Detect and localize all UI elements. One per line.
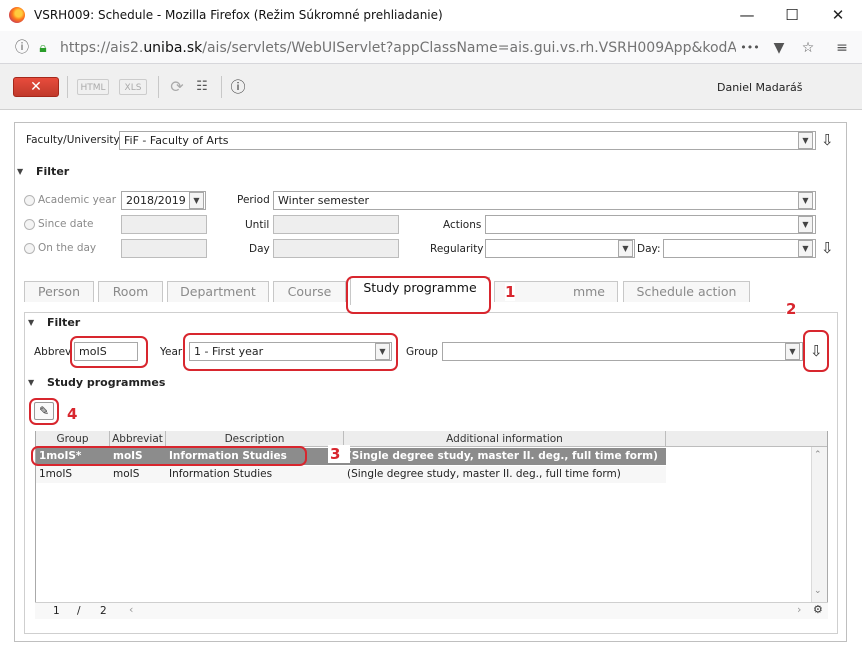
toolbar-separator [221, 76, 222, 98]
scroll-left-icon[interactable]: ‹ [129, 603, 133, 616]
highlight-apply-filter [803, 330, 829, 372]
annotation-3: 3 [328, 445, 351, 463]
refresh-icon[interactable]: ⟳ [167, 79, 187, 95]
filter-title: Filter [36, 165, 70, 178]
day-label: Day [249, 243, 270, 255]
group-label: Group [406, 346, 438, 358]
until-label: Until [245, 219, 270, 231]
firefox-logo-icon [9, 7, 25, 23]
close-window-button[interactable]: ✕ [823, 4, 853, 26]
pocket-icon[interactable]: ▼ [769, 38, 789, 58]
maximize-button[interactable]: ☐ [777, 4, 807, 26]
regularity-select[interactable] [485, 239, 635, 258]
column-header-group[interactable]: Group [36, 431, 110, 447]
year-label: Year [160, 346, 183, 358]
window-title: VSRH009: Schedule - Mozilla Firefox (Rež… [34, 8, 443, 22]
url-text[interactable]: https://ais2.uniba.sk/ais/servlets/WebUI… [60, 40, 736, 56]
tab-department[interactable]: Department [167, 281, 269, 302]
since-date-label: Since date [38, 218, 94, 230]
chevron-down-icon[interactable]: ▼ [798, 216, 813, 233]
day-field[interactable] [273, 239, 399, 258]
on-the-day-radio[interactable] [24, 243, 35, 254]
group-select[interactable] [442, 342, 803, 361]
highlight-abbrev [70, 336, 148, 368]
user-name: Daniel Madaráš [717, 81, 803, 94]
faculty-select[interactable]: FiF - Faculty of Arts [119, 131, 816, 150]
academic-year-radio[interactable] [24, 195, 35, 206]
day2-select[interactable] [663, 239, 816, 258]
cell-description: Information Studies [169, 468, 273, 480]
highlight-year [183, 333, 398, 371]
abbrev-label: Abbrev [34, 346, 72, 358]
download-arrow-icon[interactable]: ⇩ [821, 132, 834, 148]
page-current: 1 [53, 605, 60, 617]
chevron-down-icon[interactable]: ▼ [798, 132, 813, 149]
xls-export-icon[interactable]: XLS [119, 79, 147, 95]
menu-icon[interactable]: ≡ [832, 38, 852, 58]
download-arrow-icon[interactable]: ⇩ [821, 240, 834, 256]
bookmark-star-icon[interactable]: ☆ [798, 38, 818, 58]
cell-group: 1moIS [39, 468, 73, 480]
study-programmes-title: Study programmes [47, 376, 166, 389]
period-select[interactable]: Winter semester [273, 191, 816, 210]
collapse-triangle-icon[interactable]: ▼ [28, 318, 34, 327]
column-header-empty [666, 431, 827, 447]
close-app-button[interactable]: ✕ [13, 77, 59, 97]
academic-year-label: Academic year [38, 194, 117, 206]
column-header-description[interactable]: Description [166, 431, 344, 447]
collapse-triangle-icon[interactable]: ▼ [28, 378, 34, 387]
annotation-2: 2 [786, 300, 797, 318]
hierarchy-icon[interactable]: ☷ [192, 79, 212, 95]
about-info-icon[interactable]: ⓘ [228, 79, 248, 95]
since-date-field[interactable] [121, 215, 207, 234]
chevron-down-icon[interactable]: ▼ [189, 192, 204, 209]
collapse-triangle-icon[interactable]: ▼ [17, 167, 23, 176]
chevron-down-icon[interactable]: ▼ [785, 343, 800, 360]
actions-select[interactable] [485, 215, 816, 234]
minimize-button[interactable]: — [732, 4, 762, 26]
tab-course[interactable]: Course [273, 281, 346, 302]
period-label: Period [237, 194, 270, 206]
column-header-abbreviation[interactable]: Abbreviat [110, 431, 166, 447]
page-total: 2 [100, 605, 107, 617]
lock-icon[interactable]: 🔒︎ [33, 38, 53, 58]
page-separator: / [77, 605, 81, 617]
tab-schedule-action[interactable]: Schedule action [623, 281, 750, 302]
table-pager [35, 602, 828, 619]
chevron-down-icon[interactable]: ▼ [798, 240, 813, 257]
scroll-right-icon[interactable]: › [797, 603, 801, 616]
toolbar-separator [158, 76, 159, 98]
page-actions-icon[interactable]: ••• [740, 38, 760, 58]
vertical-scrollbar[interactable] [811, 447, 827, 602]
highlight-select-button [29, 398, 59, 425]
since-date-radio[interactable] [24, 219, 35, 230]
info-icon[interactable]: ⓘ [12, 38, 32, 58]
column-header-additional-info[interactable]: Additional information [344, 431, 666, 447]
tab-room[interactable]: Room [98, 281, 163, 302]
regularity-label: Regularity [430, 243, 484, 255]
subfilter-title: Filter [47, 316, 81, 329]
cell-additional-info: (Single degree study, master II. deg., f… [347, 468, 621, 480]
chevron-down-icon[interactable]: ▼ [618, 240, 633, 257]
annotation-1: 1 [505, 283, 516, 301]
highlight-selected-row [31, 446, 307, 466]
cell-abbreviation: moIS [113, 468, 140, 480]
until-field[interactable] [273, 215, 399, 234]
on-the-day-label: On the day [38, 242, 97, 254]
on-the-day-field[interactable] [121, 239, 207, 258]
html-export-icon[interactable]: HTML [77, 79, 109, 95]
day2-label: Day: [637, 243, 661, 255]
actions-label: Actions [443, 219, 482, 231]
scroll-down-icon[interactable]: ⌄ [814, 586, 822, 596]
chevron-down-icon[interactable]: ▼ [798, 192, 813, 209]
toolbar-separator [67, 76, 68, 98]
highlight-study-programme-tab [346, 276, 491, 314]
table-settings-gear-icon[interactable]: ⚙ [813, 603, 823, 616]
tab-person[interactable]: Person [24, 281, 94, 302]
table-row[interactable]: 1moIS moIS Information Studies (Single d… [36, 466, 666, 483]
scroll-up-icon[interactable]: ⌃ [814, 450, 822, 460]
annotation-4: 4 [67, 405, 78, 423]
faculty-label: Faculty/University [26, 134, 120, 146]
cell-additional-info: (Single degree study, master II. deg., f… [347, 450, 658, 462]
